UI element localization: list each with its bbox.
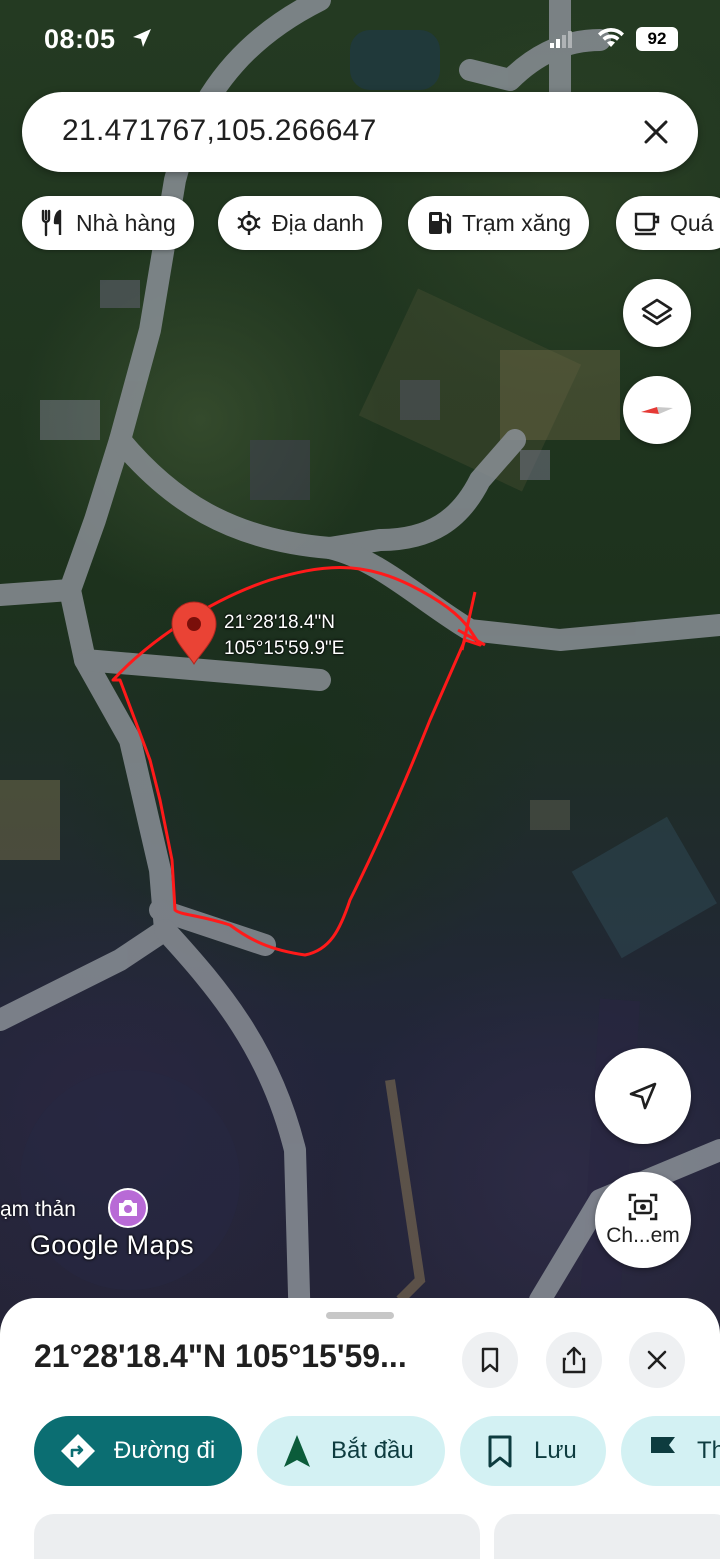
- pin-longitude: 105°15'59.9"E: [224, 638, 345, 659]
- chip-gas-stations[interactable]: Trạm xăng: [408, 196, 590, 250]
- restaurant-icon: [41, 209, 62, 237]
- search-bar[interactable]: 21.471767,105.266647: [22, 92, 698, 172]
- more-button[interactable]: Th: [621, 1416, 720, 1486]
- layers-icon: [641, 298, 673, 326]
- layers-button[interactable]: [623, 279, 691, 347]
- signal-icon: [550, 31, 572, 48]
- chip-cafes[interactable]: Quá: [616, 196, 720, 250]
- bookmark-icon: [488, 1435, 512, 1468]
- start-button[interactable]: Bắt đầu: [257, 1416, 445, 1486]
- bookmark-icon: [481, 1347, 499, 1373]
- save-button[interactable]: Lưu: [460, 1416, 606, 1486]
- close-icon: [647, 1350, 667, 1370]
- gas-station-icon: [429, 212, 452, 234]
- info-card[interactable]: [494, 1514, 720, 1559]
- share-button[interactable]: [546, 1332, 602, 1388]
- camera-poi-icon[interactable]: [108, 1188, 148, 1228]
- info-card[interactable]: [34, 1514, 480, 1559]
- coffee-icon: [634, 212, 660, 236]
- search-input[interactable]: 21.471767,105.266647: [62, 114, 377, 148]
- battery-icon: 92: [636, 27, 678, 51]
- location-arrow-icon: [133, 29, 151, 47]
- chip-label: Địa danh: [272, 209, 365, 236]
- share-icon: [562, 1346, 586, 1374]
- start-label: Bắt đầu: [331, 1437, 414, 1464]
- place-bottom-sheet[interactable]: 21°28'18.4"N 105°15'59... Đường đi Bắt đ…: [0, 1298, 720, 1559]
- chip-label: Quá: [670, 209, 714, 236]
- chip-restaurants[interactable]: Nhà hàng: [22, 196, 194, 250]
- compass-button[interactable]: [623, 376, 691, 444]
- navigation-icon: [284, 1435, 310, 1467]
- camera-icon: [119, 1200, 137, 1216]
- wifi-icon: [598, 27, 624, 47]
- google-maps-logo: Google Maps: [30, 1230, 194, 1260]
- sheet-drag-handle[interactable]: [326, 1312, 394, 1319]
- save-label: Lưu: [534, 1437, 577, 1464]
- screenshot-search-button[interactable]: Ch...em: [595, 1172, 691, 1268]
- pin-coordinates-label: 21°28'18.4"N 105°15'59.9"E: [224, 610, 344, 662]
- chip-label: Nhà hàng: [76, 209, 176, 236]
- status-time: 08:05: [44, 24, 116, 54]
- directions-label: Đường đi: [114, 1437, 216, 1464]
- compass-icon: [641, 407, 673, 414]
- place-title: 21°28'18.4"N 105°15'59...: [34, 1338, 407, 1374]
- directions-button[interactable]: Đường đi: [34, 1416, 242, 1486]
- pin-latitude: 21°28'18.4"N: [224, 612, 335, 633]
- chip-label: Trạm xăng: [462, 209, 572, 236]
- location-pin-icon: [171, 601, 217, 665]
- chip-landmarks[interactable]: Địa danh: [218, 196, 383, 250]
- camera-search-icon: [628, 1193, 658, 1221]
- status-bar: 08:05 92: [0, 0, 720, 80]
- screenshot-button-label: Ch...em: [606, 1224, 680, 1247]
- poi-label[interactable]: ạm thản: [0, 1198, 76, 1222]
- navigation-arrow-icon: [629, 1082, 657, 1110]
- close-icon[interactable]: [640, 116, 672, 148]
- my-location-button[interactable]: [595, 1048, 691, 1144]
- satellite-map[interactable]: 08:05 92 21.471767,105.266647 Nhà hàng Đ…: [0, 0, 720, 1330]
- flag-icon: [651, 1437, 675, 1467]
- more-label: Th: [697, 1437, 720, 1464]
- landmark-icon: [237, 211, 261, 235]
- directions-icon: [61, 1434, 95, 1468]
- close-sheet-button[interactable]: [629, 1332, 685, 1388]
- save-icon-button[interactable]: [462, 1332, 518, 1388]
